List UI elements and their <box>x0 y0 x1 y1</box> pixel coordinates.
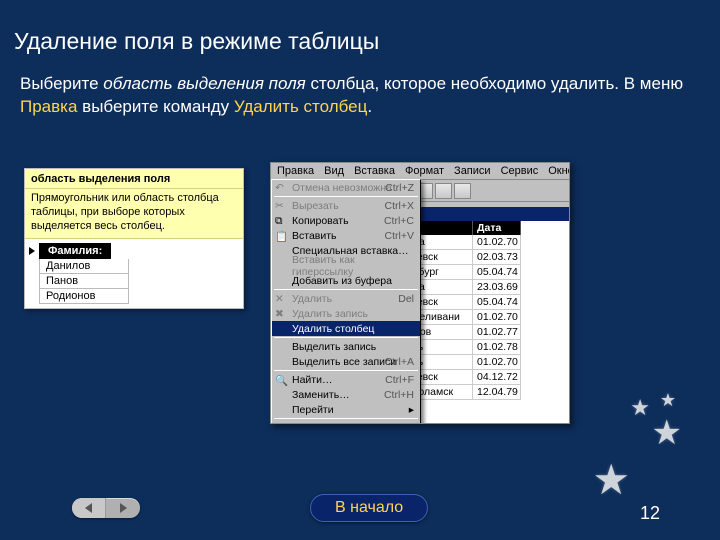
callout-header: область выделения поля <box>25 169 243 189</box>
instruction-keyword-delcol: Удалить столбец <box>234 97 367 116</box>
page-title: Удаление поля в режиме таблицы <box>0 0 720 55</box>
instruction-mid2: выберите команду <box>77 97 233 116</box>
home-button[interactable]: В начало <box>310 494 428 522</box>
star-icon: ★ <box>592 455 630 504</box>
menu-format[interactable]: Формат <box>405 165 444 177</box>
nav-pills <box>72 498 140 518</box>
menu-cut[interactable]: ✂ВырезатьCtrl+X <box>272 198 420 213</box>
menu-okno[interactable]: Окно <box>548 165 570 177</box>
star-icon: ★ <box>652 413 682 453</box>
menu-copy[interactable]: ⧉КопироватьCtrl+C <box>272 213 420 228</box>
menu-delete-column[interactable]: Удалить столбец <box>272 321 420 336</box>
cut-icon: ✂ <box>275 200 287 212</box>
instruction-end: . <box>367 97 372 116</box>
menu-pravka[interactable]: Правка <box>277 165 314 177</box>
menu-vid[interactable]: Вид <box>324 165 344 177</box>
menubar: Правка Вид Вставка Формат Записи Сервис … <box>271 163 569 180</box>
instruction-text: Выберите область выделения поля столбца,… <box>0 55 720 119</box>
triangle-right-icon <box>120 503 127 513</box>
callout-body: Прямоугольник или область столбца таблиц… <box>25 189 243 239</box>
menu-servis[interactable]: Сервис <box>501 165 539 177</box>
find-icon: 🔍 <box>275 374 287 386</box>
menu-delete[interactable]: ✕УдалитьDel <box>272 291 420 306</box>
menu-goto[interactable]: Перейти▸ <box>272 402 420 417</box>
instruction-pre: Выберите <box>20 74 103 93</box>
menu-find[interactable]: 🔍Найти…Ctrl+F <box>272 372 420 387</box>
mini-col-header: Фамилия: <box>39 243 111 259</box>
star-icon: ★ <box>630 395 650 421</box>
menu-vstavka[interactable]: Вставка <box>354 165 395 177</box>
callout-mini-table: Фамилия: Данилов Панов Родионов <box>25 239 243 308</box>
menu-zapisi[interactable]: Записи <box>454 165 491 177</box>
toolbar-button[interactable] <box>435 183 452 199</box>
row-selector-icon <box>29 247 37 255</box>
menu-replace[interactable]: Заменить…Ctrl+H <box>272 387 420 402</box>
menu-undo[interactable]: ↶Отмена невозможнаCtrl+Z <box>272 180 420 195</box>
mini-row: Панов <box>39 274 129 289</box>
delete-record-icon: ✖ <box>275 308 287 320</box>
submenu-arrow-icon: ▸ <box>409 404 414 416</box>
field-selection-callout: область выделения поля Прямоугольник или… <box>24 168 244 309</box>
paste-icon: 📋 <box>275 230 287 242</box>
pravka-dropdown: ↶Отмена невозможнаCtrl+Z ✂ВырезатьCtrl+X… <box>271 179 421 424</box>
menu-delete-record[interactable]: ✖Удалить запись <box>272 306 420 321</box>
mini-row: Родионов <box>39 289 129 304</box>
next-slide-button[interactable] <box>106 498 140 518</box>
menu-select-record[interactable]: Выделить запись <box>272 339 420 354</box>
menu-select-all[interactable]: Выделить все записиCtrl+A <box>272 354 420 369</box>
instruction-italic: область выделения поля <box>103 74 305 93</box>
instruction-mid1: столбца, которое необходимо удалить. В м… <box>306 74 683 93</box>
delete-icon: ✕ <box>275 293 287 305</box>
instruction-keyword-pravka: Правка <box>20 97 77 116</box>
triangle-left-icon <box>85 503 92 513</box>
menu-add-from-buffer[interactable]: Добавить из буфера <box>272 273 420 288</box>
mini-row: Данилов <box>39 259 129 274</box>
copy-icon: ⧉ <box>275 215 287 227</box>
page-number: 12 <box>640 503 660 524</box>
toolbar-button[interactable] <box>454 183 471 199</box>
menu-paste-hyperlink[interactable]: Вставить как гиперссылку <box>272 258 420 273</box>
col-header-date[interactable]: Дата <box>473 221 521 235</box>
star-icon: ★ <box>660 390 676 411</box>
access-screenshot: Правка Вид Вставка Формат Записи Сервис … <box>270 162 570 424</box>
prev-slide-button[interactable] <box>72 498 106 518</box>
undo-icon: ↶ <box>275 182 287 194</box>
menu-paste[interactable]: 📋ВставитьCtrl+V <box>272 228 420 243</box>
menu-ole-links[interactable]: Связи OLE/DDE <box>272 420 420 424</box>
